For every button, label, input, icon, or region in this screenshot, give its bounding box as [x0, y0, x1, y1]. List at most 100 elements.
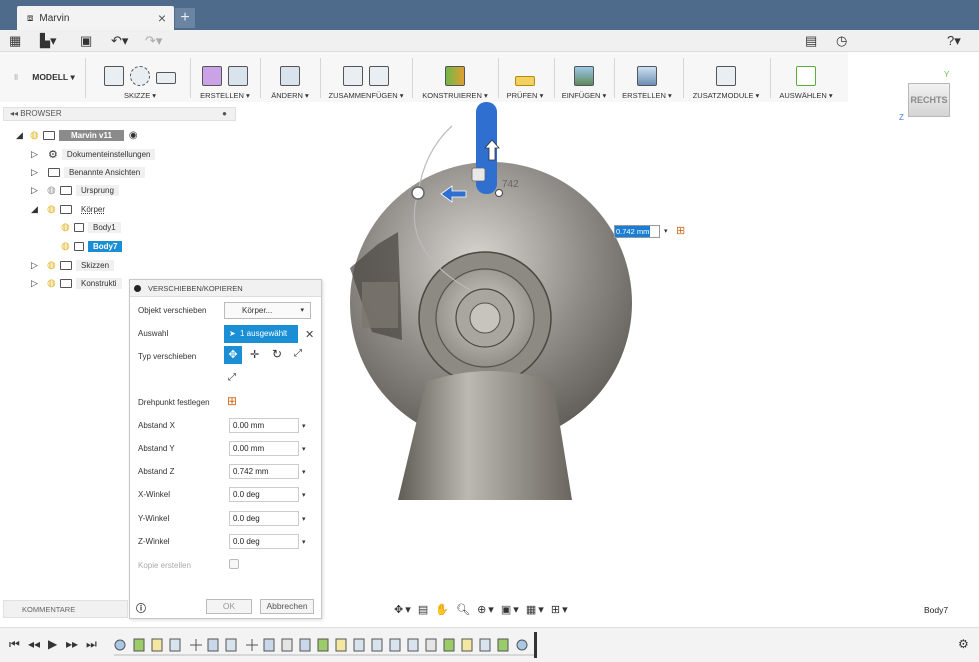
- expand-icon[interactable]: ▷: [31, 260, 41, 271]
- point-to-point-icon[interactable]: ⤢: [294, 348, 302, 359]
- workspace-switcher[interactable]: ‖ MODELL ▾: [14, 52, 75, 102]
- display-settings-icon[interactable]: ▣▾: [501, 604, 521, 616]
- tree-row-body7[interactable]: ◍ Body7: [61, 239, 123, 254]
- tree-row-bodies[interactable]: ◢ ◍ Körper: [31, 202, 110, 217]
- look-at-icon[interactable]: ▤: [418, 604, 430, 616]
- point-to-position-icon[interactable]: ⤢: [228, 372, 236, 383]
- ribbon-group-inspect[interactable]: PRÜFEN ▾: [502, 56, 548, 100]
- viewports-icon[interactable]: ⊞▾: [551, 604, 570, 616]
- visibility-bulb-icon[interactable]: ◍: [30, 130, 40, 141]
- save-icon[interactable]: ▣: [80, 33, 92, 49]
- timeline-feature-strip[interactable]: [114, 636, 534, 658]
- distance-y-input[interactable]: 0.00 mm: [229, 441, 299, 456]
- rotate-handle[interactable]: [411, 186, 425, 200]
- tree-row-body1[interactable]: ◍ Body1: [61, 220, 121, 235]
- object-move-dropdown[interactable]: Körper... ▾: [224, 302, 311, 319]
- comments-panel-header[interactable]: KOMMENTARE: [3, 600, 128, 618]
- ribbon-group-create[interactable]: ERSTELLEN ▾: [194, 56, 256, 100]
- x-angle-input[interactable]: 0.0 deg: [229, 487, 299, 502]
- file-menu-icon[interactable]: ▙▾: [40, 33, 57, 49]
- grid-settings-icon[interactable]: ▦▾: [526, 604, 546, 616]
- set-pivot-icon[interactable]: ⊞: [227, 394, 237, 408]
- rotate-icon[interactable]: ↻: [272, 347, 282, 361]
- collapse-icon[interactable]: ◢: [31, 204, 41, 215]
- translate-icon[interactable]: ✛: [250, 348, 259, 361]
- create-sketch-icon[interactable]: [104, 66, 124, 86]
- pan-icon[interactable]: ✋: [435, 604, 451, 616]
- ribbon-group-modify[interactable]: ÄNDERN ▾: [264, 56, 316, 100]
- new-tab-button[interactable]: +: [175, 8, 195, 28]
- activate-radio-icon[interactable]: ◉: [129, 130, 138, 141]
- close-tab-icon[interactable]: ×: [158, 10, 166, 26]
- visibility-bulb-icon[interactable]: ◍: [61, 222, 71, 233]
- ribbon-group-assemble[interactable]: ZUSAMMENFÜGEN ▾: [324, 56, 408, 100]
- tree-row-construction[interactable]: ▷ ◍ Konstrukti: [31, 276, 122, 291]
- zoom-icon[interactable]: 🔍︎: [456, 604, 472, 616]
- visibility-bulb-icon[interactable]: ◍: [47, 260, 57, 271]
- expand-icon[interactable]: ▷: [31, 149, 41, 160]
- chevron-down-icon[interactable]: ▾: [302, 422, 306, 430]
- expand-icon[interactable]: ▷: [31, 278, 41, 289]
- chevron-down-icon[interactable]: ▾: [302, 491, 306, 499]
- create-copy-checkbox[interactable]: [229, 559, 239, 569]
- ribbon-group-sketch[interactable]: SKIZZE ▾: [92, 56, 188, 100]
- distance-input[interactable]: 0.742 mm: [614, 225, 660, 238]
- rectangle-icon[interactable]: [156, 72, 176, 84]
- clear-selection-icon[interactable]: ✕: [305, 328, 314, 341]
- expand-icon[interactable]: ▷: [31, 185, 41, 196]
- tree-row-sketches[interactable]: ▷ ◍ Skizzen: [31, 258, 115, 273]
- select-cursor-icon[interactable]: [796, 66, 816, 86]
- chevron-down-icon[interactable]: ▾: [302, 445, 306, 453]
- joint-icon[interactable]: [369, 66, 389, 86]
- browser-pin-icon[interactable]: ●: [222, 108, 227, 120]
- info-icon[interactable]: ⓘ: [136, 600, 146, 615]
- visibility-bulb-icon[interactable]: ◍: [61, 241, 71, 252]
- app-grid-icon[interactable]: ▦: [9, 33, 21, 49]
- render-icon[interactable]: [637, 66, 657, 86]
- new-component-icon[interactable]: [343, 66, 363, 86]
- timeline-prev-icon[interactable]: ◂◂: [28, 637, 40, 651]
- viewcube[interactable]: RECHTS: [908, 83, 950, 117]
- expand-icon[interactable]: ▷: [31, 167, 41, 178]
- form-icon[interactable]: [202, 66, 222, 86]
- neck-cylinder[interactable]: [398, 371, 572, 500]
- ribbon-group-insert[interactable]: EINFÜGEN ▾: [558, 56, 610, 100]
- collapse-browser-icon[interactable]: ◂◂: [10, 109, 18, 118]
- cancel-button[interactable]: Abbrechen: [260, 599, 314, 614]
- timeline-features[interactable]: [114, 636, 534, 656]
- history-clock-icon[interactable]: ◷: [836, 33, 847, 49]
- ok-button[interactable]: OK: [206, 599, 252, 614]
- chevron-down-icon[interactable]: ▾: [302, 468, 306, 476]
- help-icon[interactable]: ?▾: [947, 33, 961, 49]
- timeline-marker[interactable]: [534, 632, 537, 658]
- set-pivot-icon[interactable]: ⊞: [676, 224, 685, 237]
- z-angle-input[interactable]: 0.0 deg: [229, 534, 299, 549]
- distance-input-dropdown[interactable]: ▾: [664, 227, 668, 235]
- chevron-down-icon[interactable]: ▾: [302, 538, 306, 546]
- scripts-addins-icon[interactable]: [716, 66, 736, 86]
- document-tab[interactable]: ⧈ Marvin ×: [17, 6, 174, 30]
- redo-icon[interactable]: ↷▾: [145, 33, 162, 49]
- timeline-next-icon[interactable]: ▸▸: [66, 637, 78, 651]
- fit-icon[interactable]: ⊕▾: [477, 604, 496, 616]
- ribbon-group-addins[interactable]: ZUSATZMODULE ▾: [688, 56, 764, 100]
- dialog-header[interactable]: VERSCHIEBEN/KOPIEREN: [130, 280, 321, 297]
- extrude-icon[interactable]: [228, 66, 248, 86]
- browser-header[interactable]: ◂◂ BROWSER ●: [3, 107, 236, 121]
- tree-row-document[interactable]: ◢ ◍ Marvin v11 ◉: [16, 128, 138, 143]
- free-move-icon[interactable]: ✥: [224, 346, 242, 364]
- distance-z-input[interactable]: 0.742 mm: [229, 464, 299, 479]
- orbit-icon[interactable]: ✥▾: [394, 604, 413, 616]
- press-pull-icon[interactable]: [280, 66, 300, 86]
- visibility-bulb-icon[interactable]: ◍: [47, 204, 57, 215]
- undo-icon[interactable]: ↶▾: [111, 33, 128, 49]
- ribbon-group-make[interactable]: ERSTELLEN ▾: [618, 56, 676, 100]
- visibility-bulb-icon[interactable]: ◍: [47, 278, 57, 289]
- timeline-start-icon[interactable]: ⏮: [9, 637, 20, 652]
- tree-row-doc-settings[interactable]: ▷ ⚙ Dokumenteinstellungen: [31, 147, 156, 162]
- timeline-end-icon[interactable]: ⏭: [86, 637, 97, 652]
- chevron-down-icon[interactable]: ▾: [302, 515, 306, 523]
- y-angle-input[interactable]: 0.0 deg: [229, 511, 299, 526]
- tree-row-named-views[interactable]: ▷ Benannte Ansichten: [31, 165, 146, 180]
- measure-icon[interactable]: [515, 76, 535, 86]
